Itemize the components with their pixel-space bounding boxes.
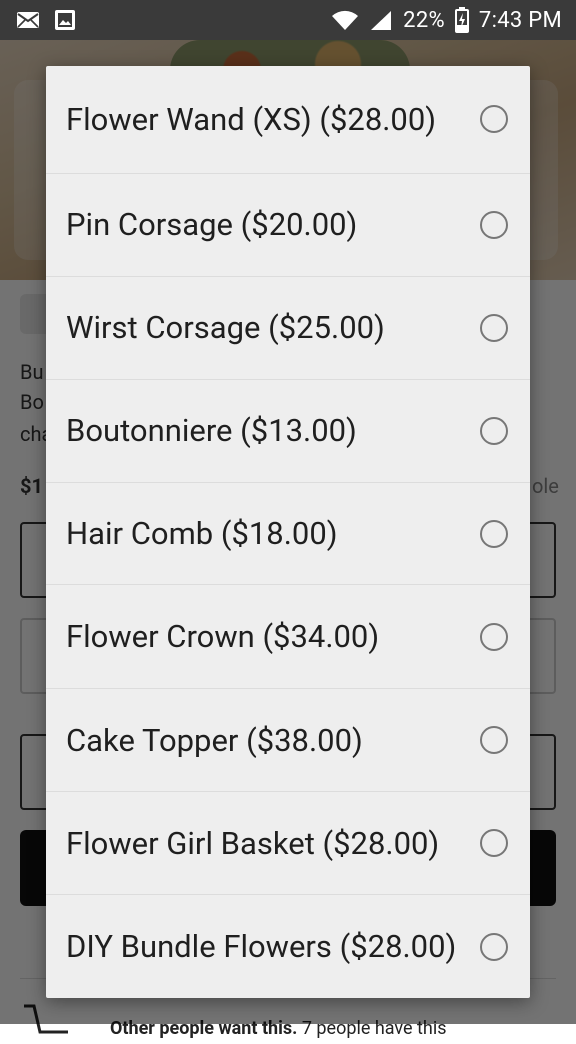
option-label: Wirst Corsage ($25.00) xyxy=(66,309,385,347)
option-label: Flower Girl Basket ($28.00) xyxy=(66,824,440,862)
radio-button[interactable] xyxy=(480,210,508,239)
battery-charging-icon xyxy=(454,7,469,33)
radio-button[interactable] xyxy=(480,416,508,445)
radio-button[interactable] xyxy=(480,726,508,755)
gallery-icon xyxy=(54,9,76,31)
wifi-icon xyxy=(331,9,359,31)
option-label: Boutonniere ($13.00) xyxy=(66,412,357,450)
radio-button[interactable] xyxy=(480,105,508,134)
option-label: Hair Comb ($18.00) xyxy=(66,515,338,552)
option-hair-comb[interactable]: Hair Comb ($18.00) xyxy=(46,483,530,586)
option-flower-crown[interactable]: Flower Crown ($34.00) xyxy=(46,585,530,690)
option-pin-corsage[interactable]: Pin Corsage ($20.00) xyxy=(46,174,530,277)
status-bar: 22% 7:43 PM xyxy=(0,0,576,40)
option-diy-bundle-flowers[interactable]: DIY Bundle Flowers ($28.00) xyxy=(46,895,530,998)
radio-button[interactable] xyxy=(480,932,508,961)
battery-percent: 22% xyxy=(403,7,445,33)
option-label: DIY Bundle Flowers ($28.00) xyxy=(66,928,457,966)
radio-button[interactable] xyxy=(480,622,508,651)
option-flower-wand[interactable]: Flower Wand (XS) ($28.00) xyxy=(46,66,530,174)
option-label: Flower Wand (XS) ($28.00) xyxy=(66,100,437,138)
option-boutonniere[interactable]: Boutonniere ($13.00) xyxy=(46,380,530,483)
option-flower-girl-basket[interactable]: Flower Girl Basket ($28.00) xyxy=(46,792,530,896)
clock: 7:43 PM xyxy=(478,7,562,33)
option-label: Flower Crown ($34.00) xyxy=(66,618,380,656)
mail-icon xyxy=(16,10,40,30)
option-label: Cake Topper ($38.00) xyxy=(66,721,363,759)
signal-icon xyxy=(369,9,393,31)
radio-button[interactable] xyxy=(480,519,508,548)
radio-button[interactable] xyxy=(480,313,508,342)
option-wirst-corsage[interactable]: Wirst Corsage ($25.00) xyxy=(46,277,530,380)
radio-button[interactable] xyxy=(480,829,508,858)
option-label: Pin Corsage ($20.00) xyxy=(66,206,358,244)
variation-options-dialog: Flower Wand (XS) ($28.00) Pin Corsage ($… xyxy=(46,66,530,998)
option-cake-topper[interactable]: Cake Topper ($38.00) xyxy=(46,689,530,793)
